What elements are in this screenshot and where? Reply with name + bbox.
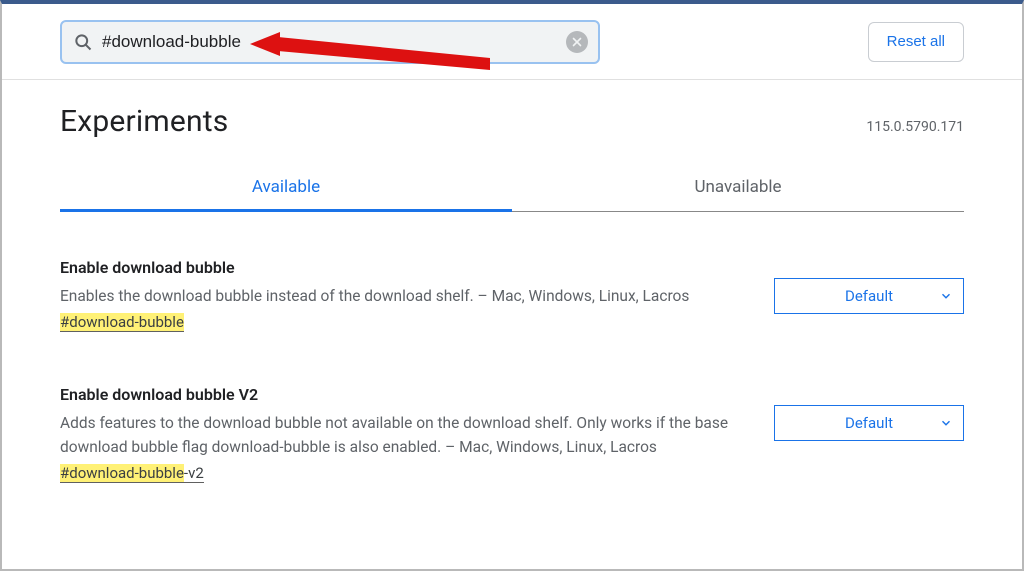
flag-select-wrap: Default (774, 405, 964, 441)
flag-description: Enables the download bubble instead of t… (60, 285, 734, 308)
flag-tag-highlight: #download-bubble (60, 313, 184, 331)
flag-dropdown[interactable]: Default (774, 405, 964, 441)
chevron-down-icon (939, 289, 953, 303)
flag-list: Enable download bubble Enables the downl… (60, 258, 964, 482)
flag-text: Enable download bubble Enables the downl… (60, 258, 734, 331)
window-frame: Reset all Experiments 115.0.5790.171 Ava… (0, 0, 1024, 571)
flag-row: Enable download bubble Enables the downl… (60, 258, 964, 331)
flag-select-wrap: Default (774, 278, 964, 314)
flag-dropdown-value: Default (845, 414, 893, 432)
flag-tag-line: #download-bubble (60, 312, 734, 331)
tab-available[interactable]: Available (60, 163, 512, 211)
flag-row: Enable download bubble V2 Adds features … (60, 385, 964, 482)
flag-tag[interactable]: #download-bubble (60, 313, 184, 332)
flag-description: Adds features to the download bubble not… (60, 412, 734, 459)
search-field[interactable] (60, 20, 600, 64)
page-title: Experiments (60, 104, 228, 139)
flag-dropdown[interactable]: Default (774, 278, 964, 314)
flag-tag[interactable]: #download-bubble-v2 (60, 464, 204, 483)
flag-title: Enable download bubble (60, 258, 734, 277)
flag-text: Enable download bubble V2 Adds features … (60, 385, 734, 482)
search-icon (72, 31, 94, 53)
flag-tag-line: #download-bubble-v2 (60, 463, 734, 482)
flag-dropdown-value: Default (845, 287, 893, 305)
content-area: Experiments 115.0.5790.171 Available Una… (2, 80, 1022, 482)
flag-title: Enable download bubble V2 (60, 385, 734, 404)
chevron-down-icon (939, 416, 953, 430)
top-bar: Reset all (2, 4, 1022, 80)
clear-search-icon[interactable] (566, 31, 588, 53)
tab-bar: Available Unavailable (60, 163, 964, 212)
heading-row: Experiments 115.0.5790.171 (60, 104, 964, 139)
flag-tag-rest: -v2 (184, 464, 204, 482)
version-label: 115.0.5790.171 (866, 119, 964, 135)
reset-all-button[interactable]: Reset all (868, 22, 964, 62)
search-input[interactable] (94, 32, 566, 52)
flag-tag-highlight: #download-bubble (60, 464, 184, 482)
tab-unavailable[interactable]: Unavailable (512, 163, 964, 211)
